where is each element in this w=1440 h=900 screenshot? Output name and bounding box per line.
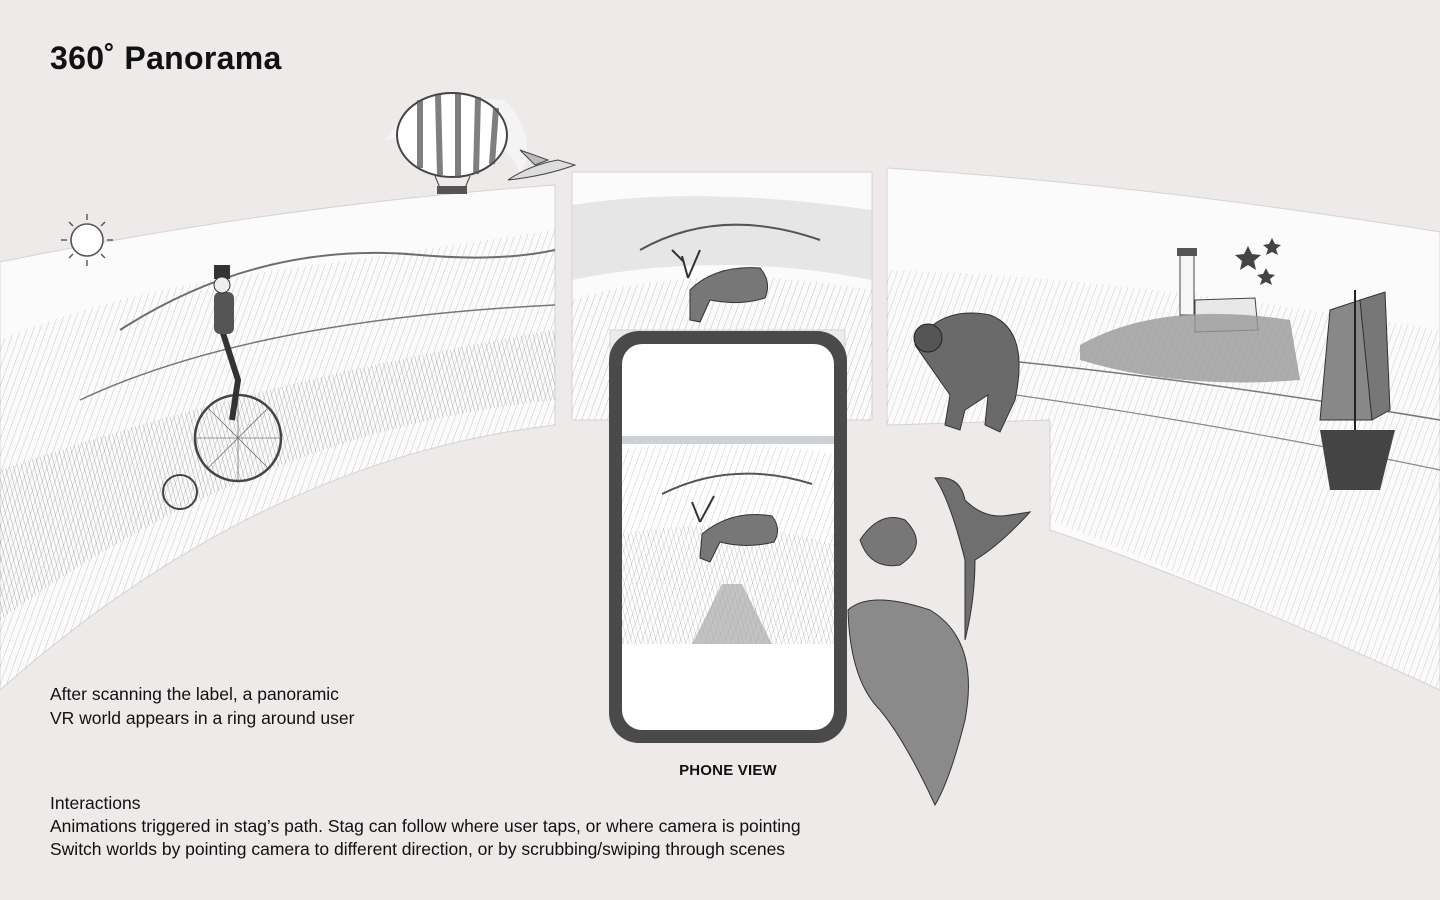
interaction-item: Switch worlds by pointing camera to diff… bbox=[50, 839, 786, 859]
phone-view-label: PHONE VIEW bbox=[679, 762, 777, 779]
interactions-section: Interactions Animations triggered in sta… bbox=[50, 792, 801, 861]
interaction-item: Animations triggered in stag’s path. Sta… bbox=[50, 816, 801, 836]
hot-air-balloon bbox=[385, 92, 528, 194]
description-line: VR world appears in a ring around user bbox=[50, 708, 355, 728]
vineyard-panel bbox=[0, 92, 577, 691]
sailing-ship bbox=[1319, 290, 1395, 490]
interactions-heading: Interactions bbox=[50, 793, 141, 813]
phone-scene bbox=[622, 436, 834, 644]
panorama-description: After scanning the label, a panoramic VR… bbox=[50, 682, 430, 730]
phone-screen bbox=[622, 344, 834, 730]
description-line: After scanning the label, a panoramic bbox=[50, 684, 339, 704]
phone-mockup bbox=[609, 331, 847, 743]
whale-tails bbox=[847, 477, 1032, 807]
